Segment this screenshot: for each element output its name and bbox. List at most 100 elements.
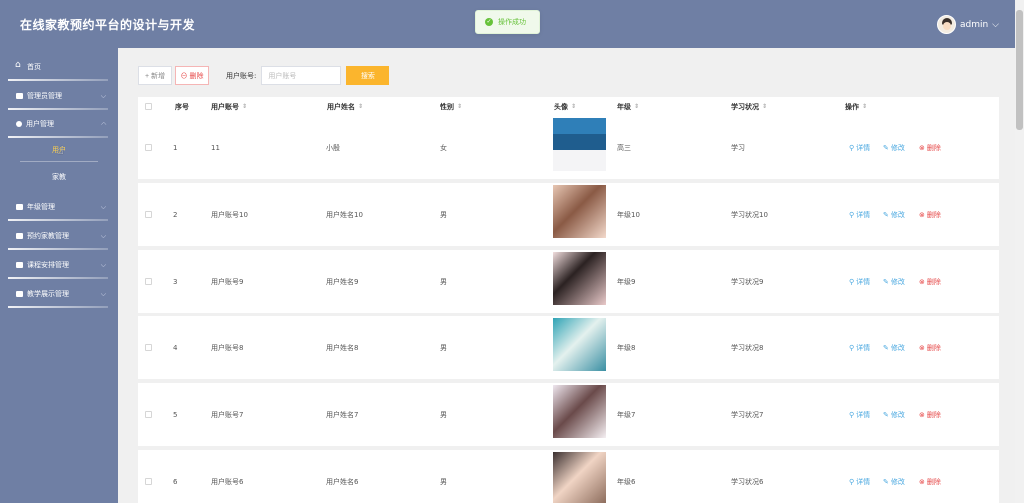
col-status[interactable]: 学习状况 ⇕: [731, 97, 767, 116]
cell-name: 小殷: [326, 143, 340, 152]
row-checkbox[interactable]: [145, 450, 152, 503]
cell-account: 用户账号10: [211, 210, 248, 219]
table-icon: [16, 232, 23, 239]
sidebar-item-booking[interactable]: 预约家教管理 ⌵: [0, 221, 118, 250]
table-row: 6 用户账号6 用户姓名6 男 年级6 学习状况6 ⚲ 详情 ✎ 修改 ⊗ 删除: [138, 450, 999, 503]
table-row: 2 用户账号10 用户姓名10 男 年级10 学习状况10 ⚲ 详情 ✎ 修改 ⊗ 删除: [138, 183, 999, 246]
detail-button[interactable]: ⚲ 详情: [849, 316, 870, 379]
col-account[interactable]: 用户账号 ⇕: [211, 97, 247, 116]
sort-icon: ⇕: [862, 103, 868, 110]
sidebar-item-grade[interactable]: 年级管理 ⌵: [0, 192, 118, 221]
cell-gender: 男: [440, 410, 447, 419]
search-icon: ⚲: [849, 277, 855, 286]
detail-button[interactable]: ⚲ 详情: [849, 383, 870, 446]
add-button[interactable]: + 新增: [138, 66, 172, 85]
edit-button[interactable]: ✎ 修改: [883, 116, 905, 179]
cell-gender: 男: [440, 210, 447, 219]
cell-gender: 男: [440, 277, 447, 286]
delete-button[interactable]: ⊖ 删除: [175, 66, 209, 85]
row-checkbox[interactable]: [145, 183, 152, 246]
row-checkbox[interactable]: [145, 116, 152, 179]
cell-account: 用户账号8: [211, 343, 244, 352]
sidebar-item-label: 管理员管理: [27, 91, 62, 100]
app-title: 在线家教预约平台的设计与开发: [20, 18, 196, 32]
edit-icon: ✎: [883, 210, 889, 219]
cell-status: 学习状况7: [731, 410, 764, 419]
edit-button[interactable]: ✎ 修改: [883, 250, 905, 313]
detail-button[interactable]: ⚲ 详情: [849, 250, 870, 313]
sidebar-item-showcase[interactable]: 教学展示管理 ⌵: [0, 279, 118, 308]
username[interactable]: admin: [960, 20, 988, 30]
sidebar-item-schedule[interactable]: 课程安排管理 ⌵: [0, 250, 118, 279]
edit-button[interactable]: ✎ 修改: [883, 450, 905, 503]
cell-index: 5: [173, 410, 178, 419]
sort-icon: ⇕: [762, 103, 768, 110]
avatar[interactable]: [936, 15, 956, 34]
sidebar-subitem-user[interactable]: 用户 ☝: [0, 138, 118, 162]
edit-icon: ✎: [883, 477, 889, 486]
delete-row-button[interactable]: ⊗ 删除: [919, 250, 941, 313]
sidebar-item-label: 课程安排管理: [27, 260, 69, 269]
cell-account: 用户账号7: [211, 410, 244, 419]
table-icon: [16, 290, 23, 297]
sidebar-item-home[interactable]: 首页: [0, 52, 118, 81]
table-icon: [16, 92, 23, 99]
search-label: 用户账号:: [226, 71, 257, 80]
detail-button[interactable]: ⚲ 详情: [849, 450, 870, 503]
sidebar-item-label: 用户管理: [26, 120, 54, 128]
cell-status: 学习状况6: [731, 477, 764, 486]
cell-grade: 年级7: [617, 410, 636, 419]
detail-button[interactable]: ⚲ 详情: [849, 183, 870, 246]
col-index: 序号: [175, 102, 189, 111]
sidebar-item-label: 预约家教管理: [27, 231, 69, 240]
avatar-photo: [553, 318, 606, 371]
close-circle-icon: ⊗: [919, 210, 925, 219]
table-row: 5 用户账号7 用户姓名7 男 年级7 学习状况7 ⚲ 详情 ✎ 修改 ⊗ 删除: [138, 383, 999, 446]
search-input[interactable]: [261, 66, 342, 85]
col-gender[interactable]: 性别 ⇕: [440, 97, 462, 116]
sidebar-subitem-tutor[interactable]: 家教: [0, 162, 118, 192]
row-checkbox[interactable]: [145, 250, 152, 313]
cell-status: 学习状况8: [731, 343, 764, 352]
chevron-down-icon: ⌵: [100, 232, 106, 240]
row-checkbox[interactable]: [145, 316, 152, 379]
select-all-checkbox[interactable]: [145, 97, 152, 116]
detail-button[interactable]: ⚲ 详情: [849, 116, 870, 179]
search-button[interactable]: 搜索: [346, 66, 390, 85]
sort-icon: ⇕: [242, 103, 248, 110]
cell-name: 用户姓名6: [326, 477, 359, 486]
cell-index: 1: [173, 143, 178, 152]
toolbar: + 新增 ⊖ 删除 用户账号: 搜索: [138, 66, 390, 85]
edit-button[interactable]: ✎ 修改: [883, 316, 905, 379]
col-avatar[interactable]: 头像 ⇕: [554, 97, 576, 116]
col-name[interactable]: 用户姓名 ⇕: [327, 97, 363, 116]
sidebar-item-users[interactable]: 用户管理 ⌵: [0, 110, 118, 138]
avatar-photo: [553, 385, 606, 438]
sidebar-item-admin[interactable]: 管理员管理 ⌵: [0, 81, 118, 110]
chevron-down-icon[interactable]: ⌵: [992, 20, 999, 30]
user-icon: [16, 121, 22, 127]
edit-icon: ✎: [883, 343, 889, 352]
delete-row-button[interactable]: ⊗ 删除: [919, 383, 941, 446]
page-scrollbar[interactable]: [1015, 0, 1024, 503]
delete-row-button[interactable]: ⊗ 删除: [919, 116, 941, 179]
sidebar-item-label: 年级管理: [27, 202, 55, 211]
edit-button[interactable]: ✎ 修改: [883, 383, 905, 446]
edit-button[interactable]: ✎ 修改: [883, 183, 905, 246]
row-checkbox[interactable]: [145, 383, 152, 446]
cell-gender: 女: [440, 143, 447, 152]
cell-name: 用户姓名10: [326, 210, 363, 219]
cell-grade: 年级8: [617, 343, 636, 352]
edit-icon: ✎: [883, 143, 889, 152]
scrollbar-thumb[interactable]: [1016, 10, 1023, 130]
avatar-photo: [553, 252, 606, 305]
cell-status: 学习状况9: [731, 277, 764, 286]
col-grade[interactable]: 年级 ⇕: [617, 97, 639, 116]
delete-row-button[interactable]: ⊗ 删除: [919, 183, 941, 246]
user-menu[interactable]: admin ⌵: [936, 15, 999, 34]
delete-row-button[interactable]: ⊗ 删除: [919, 450, 941, 503]
cell-index: 6: [173, 477, 178, 486]
delete-row-button[interactable]: ⊗ 删除: [919, 316, 941, 379]
check-icon: ✓: [485, 18, 493, 26]
success-toast: ✓ 操作成功: [475, 10, 540, 34]
